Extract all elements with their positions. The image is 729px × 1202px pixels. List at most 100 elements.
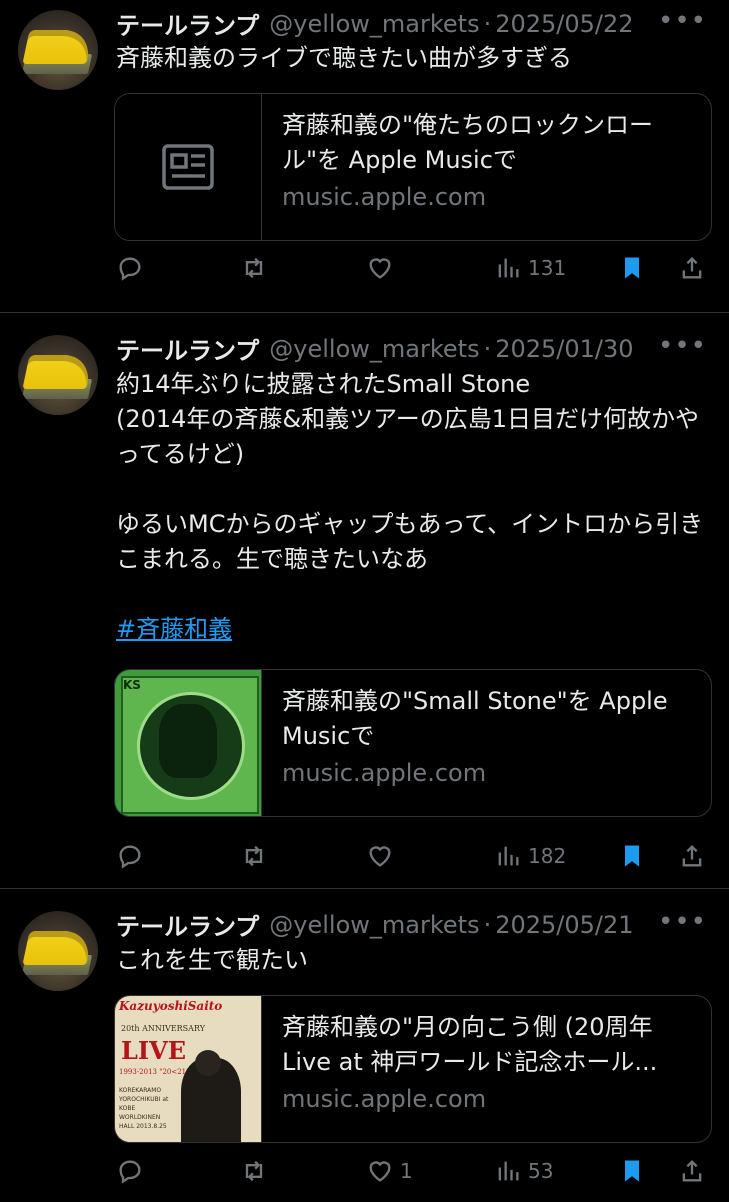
card-domain: music.apple.com bbox=[282, 759, 487, 787]
bookmark-icon bbox=[625, 257, 639, 279]
separator: · bbox=[483, 334, 492, 363]
album-art-subtitle: 20th ANNIVERSARY bbox=[121, 1024, 205, 1033]
bookmark-icon bbox=[625, 1160, 639, 1182]
tweet-text: 斉藤和義のライブで聴きたい曲が多すぎる bbox=[116, 41, 709, 76]
like-count: 1 bbox=[400, 1159, 413, 1183]
more-icon[interactable]: ••• bbox=[658, 6, 707, 36]
album-art: KazuyoshiSaito 20th ANNIVERSARY LIVE 199… bbox=[115, 996, 262, 1142]
share-icon bbox=[682, 257, 702, 279]
tweet[interactable]: テールランプ @yellow_markets · 2025/01/30 ••• … bbox=[0, 313, 729, 889]
reply-button[interactable] bbox=[116, 254, 144, 282]
share-button[interactable] bbox=[678, 1157, 706, 1185]
views-icon bbox=[498, 258, 519, 278]
tweet-header: テールランプ @yellow_markets · 2025/01/30 bbox=[116, 331, 729, 366]
share-icon bbox=[682, 845, 702, 867]
share-button[interactable] bbox=[678, 254, 706, 282]
tweet[interactable]: テールランプ @yellow_markets · 2025/05/22 ••• … bbox=[0, 0, 729, 313]
avatar[interactable] bbox=[18, 911, 98, 991]
album-art-years: 1993-2013 "20<21" bbox=[119, 1068, 190, 1076]
album-art: KS bbox=[115, 670, 262, 816]
heart-icon bbox=[369, 258, 391, 279]
user-handle[interactable]: @yellow_markets bbox=[269, 335, 479, 363]
tweet-header: テールランプ @yellow_markets · 2025/05/21 bbox=[116, 907, 729, 942]
link-card[interactable]: KS 斉藤和義の"Small Stone"を Apple Musicで musi… bbox=[114, 669, 712, 817]
tweet-text-line: (2014年の斉藤&和義ツアーの広島1日目だけ何故かやってるけど) bbox=[116, 405, 699, 468]
share-button[interactable] bbox=[678, 842, 706, 870]
user-handle[interactable]: @yellow_markets bbox=[269, 911, 479, 939]
repost-button[interactable] bbox=[240, 1157, 268, 1185]
reply-button[interactable] bbox=[116, 842, 144, 870]
card-domain: music.apple.com bbox=[282, 183, 487, 211]
bookmark-icon bbox=[625, 845, 639, 867]
view-count: 53 bbox=[528, 1159, 554, 1183]
reply-icon bbox=[119, 845, 141, 869]
tweet-text-line: 約14年ぶりに披露されたSmall Stone bbox=[116, 370, 531, 398]
display-name[interactable]: テールランプ bbox=[116, 6, 259, 41]
views-button[interactable]: 53 bbox=[494, 1157, 553, 1185]
views-icon bbox=[498, 846, 519, 866]
reply-icon bbox=[119, 257, 141, 281]
album-art-venue: KOREKARAMO YOROCHIKUBI at KOBE WORLDKINE… bbox=[119, 1087, 169, 1130]
card-title: 斉藤和義の"Small Stone"を Apple Musicで bbox=[282, 687, 668, 750]
tweet-text: 約14年ぶりに披露されたSmall Stone (2014年の斉藤&和義ツアーの… bbox=[116, 367, 709, 647]
like-button[interactable]: 1 bbox=[366, 1157, 413, 1185]
separator: · bbox=[483, 9, 492, 38]
repost-button[interactable] bbox=[240, 842, 268, 870]
user-handle[interactable]: @yellow_markets bbox=[269, 10, 479, 38]
link-card[interactable]: 斉藤和義の"俺たちのロックンロール"を Apple Musicで music.a… bbox=[114, 93, 712, 241]
card-body: 斉藤和義の"俺たちのロックンロール"を Apple Musicで music.a… bbox=[262, 94, 711, 240]
reply-icon bbox=[119, 1160, 141, 1184]
action-bar: 1 53 bbox=[116, 1157, 715, 1193]
avatar[interactable] bbox=[18, 10, 98, 90]
album-mark: KS bbox=[123, 678, 141, 692]
heart-icon bbox=[369, 1161, 391, 1182]
heart-icon bbox=[369, 846, 391, 867]
views-button[interactable]: 131 bbox=[494, 254, 566, 282]
card-title: 斉藤和義の"月の向こう側 (20周年Live at 神戸ワールド記念ホール... bbox=[282, 1013, 658, 1076]
card-title: 斉藤和義の"俺たちのロックンロール"を Apple Musicで bbox=[282, 111, 654, 174]
tweet-text-line: これを生で観たい bbox=[116, 946, 308, 974]
display-name[interactable]: テールランプ bbox=[116, 331, 259, 366]
views-button[interactable]: 182 bbox=[494, 842, 566, 870]
like-button[interactable] bbox=[366, 254, 400, 282]
action-bar: 182 bbox=[116, 842, 715, 878]
repost-button[interactable] bbox=[240, 254, 268, 282]
repost-icon bbox=[245, 1160, 263, 1182]
tweet-text-line: 斉藤和義のライブで聴きたい曲が多すぎる bbox=[116, 44, 572, 72]
article-icon bbox=[162, 144, 214, 190]
tweet-header: テールランプ @yellow_markets · 2025/05/22 bbox=[116, 6, 729, 41]
more-icon[interactable]: ••• bbox=[658, 331, 707, 361]
timestamp[interactable]: 2025/05/21 bbox=[495, 911, 633, 939]
reply-button[interactable] bbox=[116, 1157, 144, 1185]
timestamp[interactable]: 2025/05/22 bbox=[495, 10, 633, 38]
view-count: 182 bbox=[528, 844, 567, 868]
album-art-title: LIVE bbox=[121, 1036, 187, 1065]
card-thumbnail bbox=[115, 94, 262, 240]
repost-icon bbox=[245, 845, 263, 867]
separator: · bbox=[483, 910, 492, 939]
share-icon bbox=[682, 1160, 702, 1182]
bookmark-button[interactable] bbox=[618, 1157, 646, 1185]
card-body: 斉藤和義の"Small Stone"を Apple Musicで music.a… bbox=[262, 670, 711, 816]
view-count: 131 bbox=[528, 256, 567, 280]
hashtag-link[interactable]: #斉藤和義 bbox=[116, 615, 232, 643]
like-button[interactable] bbox=[366, 842, 400, 870]
views-icon bbox=[498, 1161, 519, 1181]
bookmark-button[interactable] bbox=[618, 254, 646, 282]
card-body: 斉藤和義の"月の向こう側 (20周年Live at 神戸ワールド記念ホール...… bbox=[262, 996, 711, 1142]
card-domain: music.apple.com bbox=[282, 1085, 487, 1113]
link-card[interactable]: KazuyoshiSaito 20th ANNIVERSARY LIVE 199… bbox=[114, 995, 712, 1143]
tweet-text: これを生で観たい bbox=[116, 943, 709, 978]
avatar[interactable] bbox=[18, 335, 98, 415]
display-name[interactable]: テールランプ bbox=[116, 907, 259, 942]
album-art-artist: KazuyoshiSaito bbox=[119, 999, 223, 1013]
repost-icon bbox=[245, 257, 263, 279]
more-icon[interactable]: ••• bbox=[658, 907, 707, 937]
tweet-text-line: ゆるいMCからのギャップもあって、イントロから引きこまれる。生で聴きたいなあ bbox=[116, 510, 704, 573]
tweet[interactable]: テールランプ @yellow_markets · 2025/05/21 ••• … bbox=[0, 889, 729, 1202]
bookmark-button[interactable] bbox=[618, 842, 646, 870]
action-bar: 131 bbox=[116, 254, 715, 290]
timestamp[interactable]: 2025/01/30 bbox=[495, 335, 633, 363]
